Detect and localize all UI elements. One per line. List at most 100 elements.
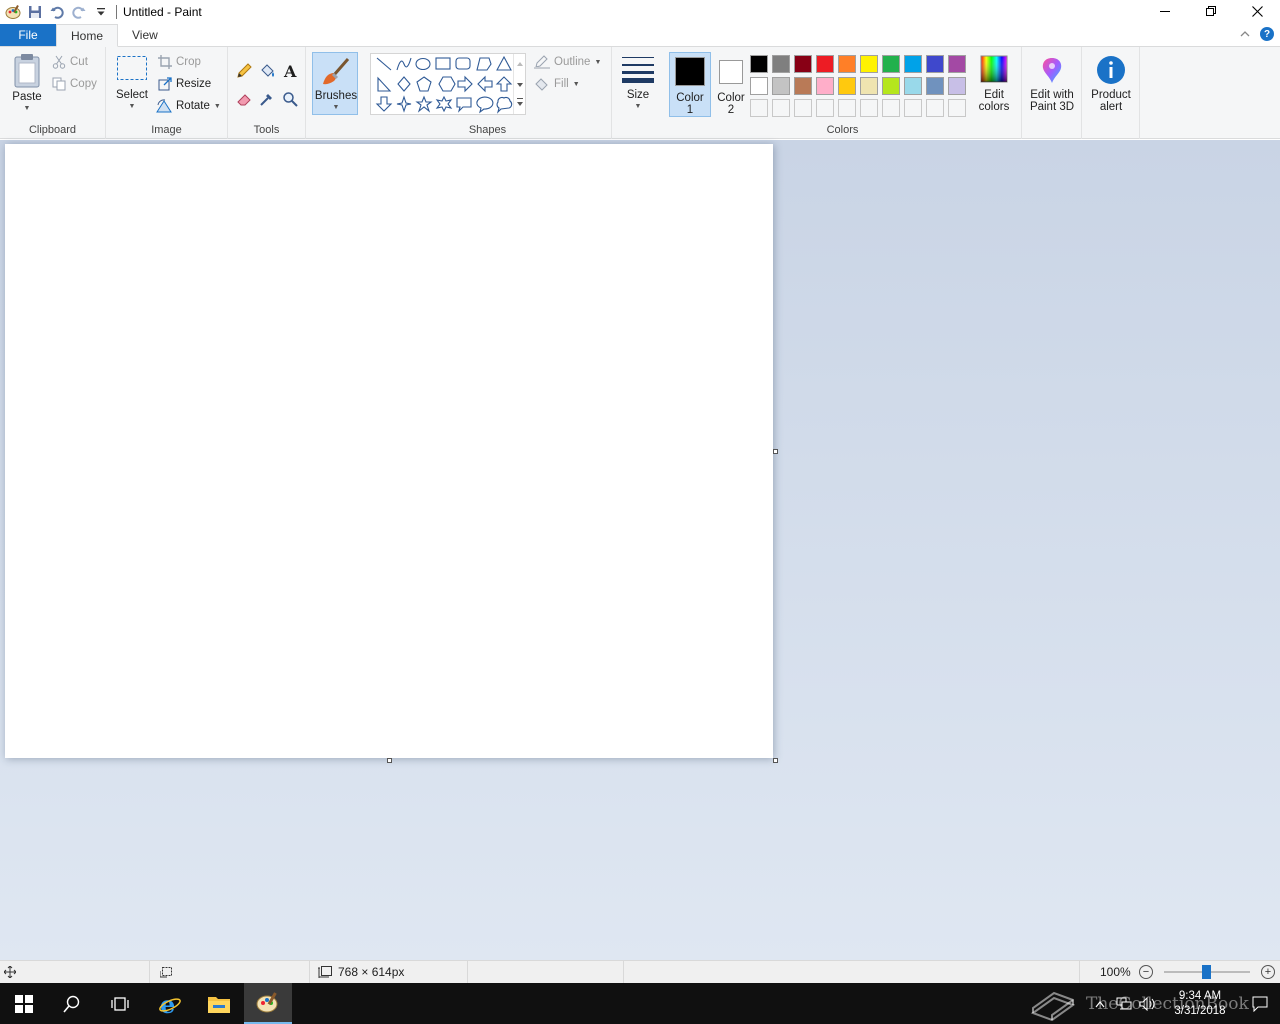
color-picker-icon[interactable] [256, 88, 278, 110]
tab-home[interactable]: Home [56, 24, 119, 47]
swatch-fill [904, 55, 922, 73]
edit-with-paint3d-button[interactable]: Edit with Paint 3D [1024, 55, 1080, 113]
edit-colors-label-1: Edit [984, 89, 1004, 101]
pencil-icon[interactable] [233, 60, 255, 82]
palette-color-swatch[interactable] [902, 53, 924, 75]
eraser-icon[interactable] [233, 88, 255, 110]
restore-button[interactable] [1188, 0, 1234, 22]
rotate-button[interactable]: Rotate ▼ [156, 96, 221, 116]
palette-color-swatch[interactable] [814, 53, 836, 75]
oval-callout-shape-icon [476, 96, 494, 114]
colors-group-label: Colors [826, 124, 859, 136]
magnifier-icon[interactable] [279, 88, 301, 110]
resize-handle-right[interactable] [773, 449, 778, 454]
customize-quick-access-icon[interactable] [90, 1, 112, 23]
palette-color-swatch[interactable] [836, 53, 858, 75]
palette-color-swatch[interactable] [814, 97, 836, 119]
zoom-out-button[interactable]: − [1139, 965, 1153, 979]
taskbar-clock[interactable]: 9:34 AM 3/31/2018 [1160, 989, 1240, 1019]
outline-button[interactable]: Outline ▼ [534, 52, 601, 72]
resize-button[interactable]: Resize [158, 74, 211, 94]
network-icon [1116, 997, 1132, 1009]
paste-button[interactable]: Paste ▼ [8, 53, 46, 115]
help-button[interactable]: ? [1260, 27, 1274, 41]
palette-color-swatch[interactable] [748, 75, 770, 97]
zoom-slider-thumb[interactable] [1202, 965, 1211, 979]
fill-button[interactable]: Fill ▼ [534, 74, 580, 94]
swatch-fill [838, 99, 856, 117]
fill-bucket-icon[interactable] [256, 60, 278, 82]
zoom-in-button[interactable]: + [1261, 965, 1275, 979]
cut-button[interactable]: Cut [52, 52, 88, 72]
palette-color-swatch[interactable] [924, 97, 946, 119]
resize-handle-corner[interactable] [773, 758, 778, 763]
action-center-button[interactable] [1240, 996, 1280, 1012]
palette-color-swatch[interactable] [814, 75, 836, 97]
color1-button[interactable]: Color 1 [669, 52, 711, 117]
curve-shape-icon [396, 57, 412, 71]
minimize-button[interactable] [1142, 0, 1188, 22]
collapse-ribbon-icon[interactable] [1240, 27, 1250, 41]
palette-color-swatch[interactable] [902, 75, 924, 97]
start-button[interactable] [0, 983, 48, 1024]
size-button[interactable]: Size ▼ [619, 55, 657, 113]
palette-color-swatch[interactable] [924, 75, 946, 97]
swatch-fill [948, 99, 966, 117]
palette-color-swatch[interactable] [748, 53, 770, 75]
palette-color-swatch[interactable] [946, 53, 968, 75]
palette-color-swatch[interactable] [902, 97, 924, 119]
text-icon[interactable]: A [279, 60, 301, 82]
color2-button[interactable]: Color 2 [712, 53, 750, 116]
resize-handle-bottom[interactable] [387, 758, 392, 763]
palette-color-swatch[interactable] [924, 53, 946, 75]
palette-color-swatch[interactable] [748, 97, 770, 119]
undo-icon[interactable] [46, 1, 68, 23]
save-icon[interactable] [24, 1, 46, 23]
svg-text:A: A [283, 63, 297, 79]
palette-color-swatch[interactable] [880, 75, 902, 97]
tab-file[interactable]: File [0, 24, 56, 46]
search-button[interactable] [48, 983, 96, 1024]
file-explorer-button[interactable] [195, 983, 243, 1024]
paint-app-icon[interactable] [2, 1, 24, 23]
task-view-button[interactable] [96, 983, 144, 1024]
volume-button[interactable] [1136, 996, 1160, 1011]
product-alert-button[interactable]: Product alert [1084, 55, 1138, 113]
show-hidden-icons-button[interactable] [1088, 1000, 1112, 1008]
close-button[interactable] [1234, 0, 1280, 22]
windows-logo-icon [15, 994, 33, 1013]
palette-color-swatch[interactable] [770, 97, 792, 119]
select-button[interactable]: Select ▼ [114, 55, 150, 113]
palette-color-swatch[interactable] [858, 97, 880, 119]
clock-time: 9:34 AM [1178, 989, 1222, 1002]
copy-button[interactable]: Copy [52, 74, 97, 94]
palette-color-swatch[interactable] [836, 97, 858, 119]
tools-group-label: Tools [253, 124, 280, 136]
paint-taskbar-button[interactable] [244, 983, 292, 1024]
tab-view[interactable]: View [118, 24, 172, 46]
edit-colors-button[interactable]: Edit colors [976, 55, 1012, 113]
product-alert-label-2: alert [1099, 101, 1123, 113]
palette-color-swatch[interactable] [792, 97, 814, 119]
edge-browser-button[interactable]: e [146, 983, 194, 1024]
redo-icon[interactable] [68, 1, 90, 23]
palette-color-swatch[interactable] [946, 97, 968, 119]
color1-swatch [675, 57, 705, 86]
crop-button[interactable]: Crop [158, 52, 201, 72]
palette-color-swatch[interactable] [792, 75, 814, 97]
drawing-canvas[interactable] [5, 144, 773, 758]
crop-label: Crop [176, 56, 201, 68]
palette-color-swatch[interactable] [770, 75, 792, 97]
palette-color-swatch[interactable] [946, 75, 968, 97]
network-button[interactable] [1112, 997, 1136, 1011]
shapes-scroll[interactable] [513, 54, 525, 114]
paint3d-label-1: Edit with [1030, 89, 1074, 101]
palette-color-swatch[interactable] [880, 97, 902, 119]
palette-color-swatch[interactable] [792, 53, 814, 75]
palette-color-swatch[interactable] [836, 75, 858, 97]
palette-color-swatch[interactable] [770, 53, 792, 75]
palette-color-swatch[interactable] [858, 75, 880, 97]
palette-color-swatch[interactable] [880, 53, 902, 75]
folder-icon [208, 996, 230, 1013]
palette-color-swatch[interactable] [858, 53, 880, 75]
